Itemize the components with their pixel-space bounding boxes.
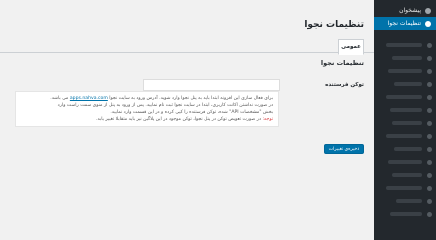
note-label: توجه:: [262, 117, 273, 122]
section-title: تنظیمات نجوا: [320, 59, 364, 67]
bell-icon: [425, 20, 431, 27]
menu-icon: [427, 43, 432, 48]
menu-icon: [427, 56, 432, 61]
sender-token-input[interactable]: [143, 79, 280, 91]
sidebar-item-dashboard[interactable]: پیشخوان: [374, 4, 436, 17]
help-line3: بخش "مشخصات API" شده، توکن فرستنده را کپ…: [110, 110, 273, 115]
dashboard-icon: [425, 7, 431, 14]
admin-sidebar: پیشخوان تنظیمات نجوا: [374, 0, 436, 240]
sidebar-item-label: پیشخوان: [399, 7, 421, 14]
sidebar-item-label: تنظیمات نجوا: [387, 20, 421, 27]
menu-icon: [427, 212, 432, 217]
menu-icon: [427, 160, 432, 165]
help-line1-before: برای فعال سازی این افزونه ابتدا باید به …: [109, 96, 273, 101]
menu-icon: [427, 147, 432, 152]
page-title: تنظیمات نجوا: [304, 20, 364, 30]
menu-icon: [427, 95, 432, 100]
note-text: در صورت تعویض توکن در پنل نجوا، توکن موج…: [96, 117, 262, 122]
menu-icon: [427, 121, 432, 126]
menu-icon: [427, 199, 432, 204]
sender-token-label: توکن فرستنده: [325, 82, 364, 88]
tabs-divider: [0, 52, 374, 53]
help-line2: در صورت نداشتن اکانت کاربری، ابتدا در سا…: [57, 103, 273, 108]
help-description: برای فعال سازی این افزونه ابتدا باید به …: [15, 91, 279, 127]
menu-icon: [427, 134, 432, 139]
save-changes-button[interactable]: ذخیره‌ی تغییرات: [324, 144, 364, 154]
menu-icon: [427, 173, 432, 178]
main-content: تنظیمات نجوا عمومی تنظیمات نجوا توکن فرس…: [0, 0, 374, 240]
najva-panel-link[interactable]: apps.nahva.com: [70, 96, 108, 101]
tab-general[interactable]: عمومی: [338, 39, 364, 55]
menu-icon: [427, 108, 432, 113]
menu-icon: [427, 69, 432, 74]
menu-icon: [427, 186, 432, 191]
sidebar-item-najva-settings[interactable]: تنظیمات نجوا: [374, 17, 436, 30]
help-line1-after: می باشد.: [50, 96, 69, 101]
menu-icon: [427, 82, 432, 87]
